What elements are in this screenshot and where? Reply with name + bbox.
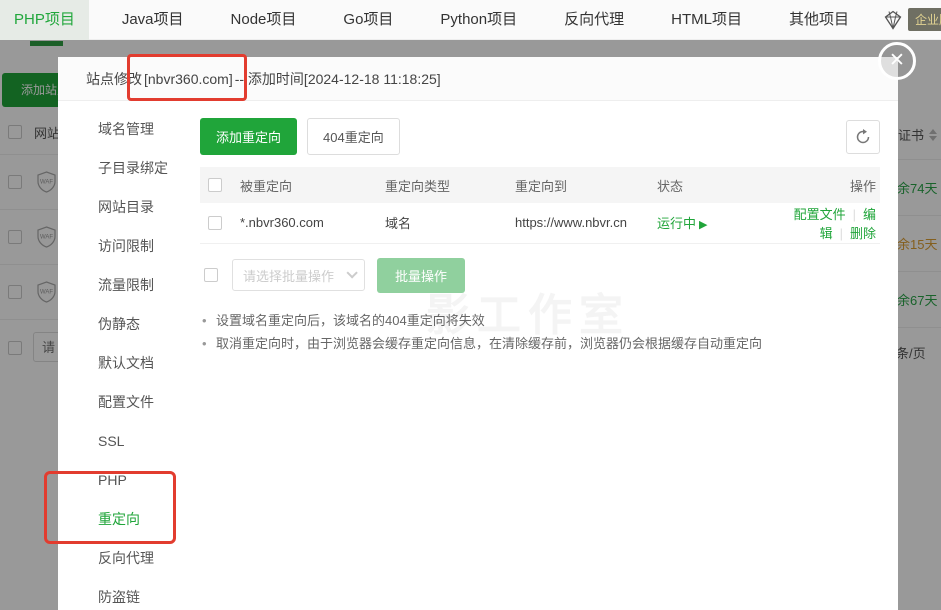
sidebar-item-php[interactable]: PHP — [58, 461, 183, 500]
refresh-button[interactable] — [846, 120, 880, 154]
sidebar-item-reverse-proxy[interactable]: 反向代理 — [58, 539, 183, 578]
delete-link[interactable]: 删除 — [850, 226, 876, 241]
dialog-title-suffix: -- 添加时间[2024-12-18 11:18:25] — [235, 69, 441, 89]
sidebar-item-pseudo-static[interactable]: 伪静态 — [58, 305, 183, 344]
col-header-type: 重定向类型 — [381, 167, 511, 203]
dialog-sidebar: 域名管理 子目录绑定 网站目录 访问限制 流量限制 伪静态 默认文档 配置文件 … — [58, 101, 183, 610]
tab-java[interactable]: Java项目 — [108, 0, 198, 40]
sidebar-item-default-doc[interactable]: 默认文档 — [58, 344, 183, 383]
sidebar-item-domain-manage[interactable]: 域名管理 — [58, 110, 183, 149]
col-header-source: 被重定向 — [236, 167, 381, 203]
play-icon: ▶ — [699, 219, 707, 231]
dialog-title-domain: [nbvr360.com] — [142, 71, 235, 87]
tip-item: 设置域名重定向后，该域名的404重定向将失效 — [200, 309, 880, 332]
diamond-icon — [882, 9, 904, 31]
redirect-panel: 添加重定向 404重定向 被重定向 重定向类型 重定向到 状 — [183, 101, 898, 610]
batch-select-placeholder: 请选择批量操作 — [243, 266, 334, 285]
close-icon[interactable]: ✕ — [878, 42, 916, 80]
tab-html[interactable]: HTML项目 — [657, 0, 756, 40]
redirect-target: https://www.nbvr.cn — [511, 203, 653, 243]
site-modify-dialog: 站点修改[nbvr360.com] -- 添加时间[2024-12-18 11:… — [58, 57, 898, 610]
refresh-icon — [855, 129, 871, 145]
chevron-down-icon — [346, 267, 357, 278]
tab-node[interactable]: Node项目 — [217, 0, 311, 40]
sidebar-item-subdir-bind[interactable]: 子目录绑定 — [58, 149, 183, 188]
sidebar-item-redirect[interactable]: 重定向 — [58, 500, 183, 539]
row-checkbox[interactable] — [208, 216, 222, 230]
redirect-source: *.nbvr360.com — [236, 203, 381, 243]
tab-php[interactable]: PHP项目 — [0, 0, 89, 40]
table-row: *.nbvr360.com 域名 https://www.nbvr.cn 运行中… — [200, 203, 880, 243]
nav-right-area: 企业版 安 — [882, 0, 941, 40]
tips-list: 设置域名重定向后，该域名的404重定向将失效 取消重定向时，由于浏览器会缓存重定… — [200, 309, 880, 355]
col-header-actions: 操作 — [763, 167, 880, 203]
dialog-title: 站点修改[nbvr360.com] -- 添加时间[2024-12-18 11:… — [58, 57, 898, 101]
table-header-row: 被重定向 重定向类型 重定向到 状态 操作 — [200, 167, 880, 203]
enterprise-badge[interactable]: 企业版 — [908, 8, 941, 31]
sidebar-item-site-dir[interactable]: 网站目录 — [58, 188, 183, 227]
tab-python[interactable]: Python项目 — [426, 0, 531, 40]
redirect-table: 被重定向 重定向类型 重定向到 状态 操作 *.nbvr360.com 域名 h… — [200, 167, 880, 244]
tab-other[interactable]: 其他项目 — [775, 0, 863, 40]
select-all-checkbox[interactable] — [208, 178, 222, 192]
batch-operation-select[interactable]: 请选择批量操作 — [232, 259, 365, 291]
status-badge: 运行中▶ — [657, 216, 707, 231]
sidebar-item-traffic-limit[interactable]: 流量限制 — [58, 266, 183, 305]
tab-reverse-proxy[interactable]: 反向代理 — [550, 0, 638, 40]
dialog-title-prefix: 站点修改 — [86, 69, 142, 89]
top-nav: PHP项目 Java项目 Node项目 Go项目 Python项目 反向代理 H… — [0, 0, 941, 40]
sidebar-item-config-file[interactable]: 配置文件 — [58, 383, 183, 422]
tab-go[interactable]: Go项目 — [329, 0, 407, 40]
tip-item: 取消重定向时，由于浏览器会缓存重定向信息，在清除缓存前，浏览器仍会根据缓存自动重… — [200, 332, 880, 355]
sidebar-item-access-limit[interactable]: 访问限制 — [58, 227, 183, 266]
add-redirect-button[interactable]: 添加重定向 — [200, 118, 297, 155]
batch-checkbox[interactable] — [204, 268, 218, 282]
batch-operation-button[interactable]: 批量操作 — [377, 258, 465, 293]
col-header-status: 状态 — [653, 167, 763, 203]
config-file-link[interactable]: 配置文件 — [794, 207, 846, 222]
sidebar-item-anti-leech[interactable]: 防盗链 — [58, 578, 183, 610]
redirect-404-button[interactable]: 404重定向 — [307, 118, 400, 155]
batch-operation-row: 请选择批量操作 批量操作 — [200, 258, 880, 293]
redirect-type: 域名 — [381, 203, 511, 243]
sidebar-item-ssl[interactable]: SSL — [58, 422, 183, 461]
col-header-target: 重定向到 — [511, 167, 653, 203]
